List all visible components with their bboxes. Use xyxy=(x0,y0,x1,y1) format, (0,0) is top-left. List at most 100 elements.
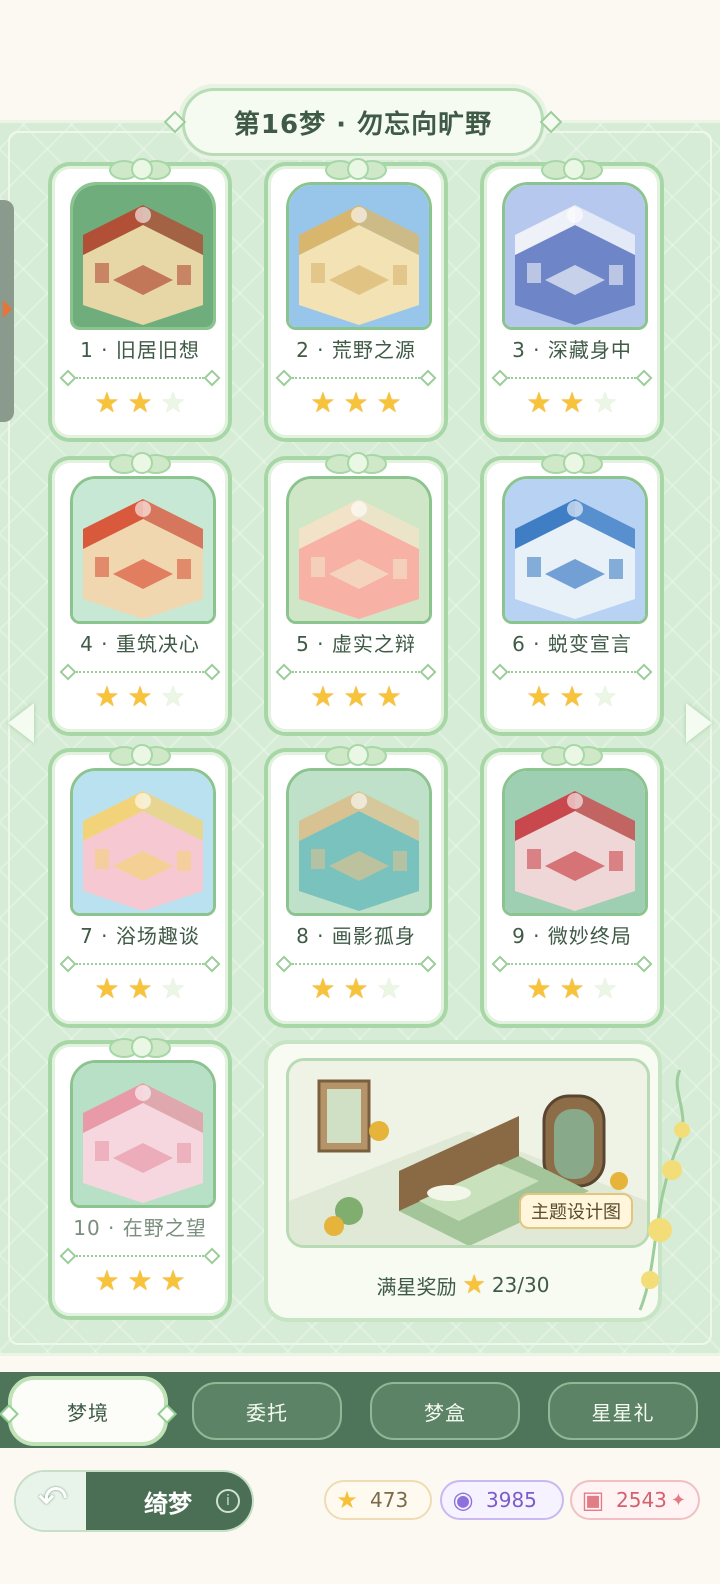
star-icon: ★ xyxy=(160,972,186,1005)
level-title: 2 · 荒野之源 xyxy=(296,338,416,362)
bow-decoration xyxy=(109,1036,171,1058)
reward-progress: 满星奖励 ★ 23/30 xyxy=(268,1270,658,1300)
reward-count: 23/30 xyxy=(491,1273,550,1297)
star-icon: ★ xyxy=(462,1270,486,1300)
side-drawer-handle[interactable] xyxy=(0,200,14,422)
level-title: 7 · 浴场趣谈 xyxy=(80,924,200,948)
design-badge: 主题设计图 xyxy=(519,1193,633,1229)
star-icon: ★ xyxy=(343,386,369,419)
star-icon: ★ xyxy=(526,386,552,419)
chapter-title: 第16梦 · 勿忘向旷野 xyxy=(182,88,544,156)
level-title: 9 · 微妙终局 xyxy=(512,924,632,948)
prev-chapter-button[interactable] xyxy=(2,700,40,746)
bottom-status-bar: ↶ 绮梦 i ★ 473 ◉ 3985 ▣ 2543 ✦ xyxy=(0,1448,720,1584)
tab-dream-box[interactable]: 梦盒 xyxy=(370,1382,520,1440)
level-thumbnail xyxy=(286,182,432,330)
divider xyxy=(275,369,437,387)
level-thumbnail xyxy=(70,768,216,916)
star-icon: ★ xyxy=(94,972,120,1005)
star-currency-value: 473 xyxy=(370,1488,409,1512)
bow-decoration xyxy=(109,744,171,766)
level-card[interactable]: 5 · 虚实之辩 ★ ★ ★ xyxy=(264,452,448,736)
star-icon: ★ xyxy=(592,680,618,713)
level-thumbnail xyxy=(502,768,648,916)
star-rating: ★ ★ ★ xyxy=(268,682,444,712)
level-thumbnail xyxy=(70,476,216,624)
flower-decoration xyxy=(638,1069,690,1311)
arrow-right-icon xyxy=(686,703,712,743)
divider xyxy=(59,369,221,387)
level-card[interactable]: 8 · 画影孤身 ★ ★ ★ xyxy=(264,744,448,1028)
star-icon: ★ xyxy=(559,680,585,713)
level-card[interactable]: 3 · 深藏身中 ★ ★ ★ xyxy=(480,158,664,442)
star-icon: ★ xyxy=(310,972,336,1005)
level-title: 6 · 蜕变宣言 xyxy=(512,632,632,656)
star-icon: ★ xyxy=(559,386,585,419)
level-card[interactable]: 7 · 浴场趣谈 ★ ★ ★ xyxy=(48,744,232,1028)
star-icon: ★ xyxy=(94,680,120,713)
back-button[interactable]: ↶ 绮梦 i xyxy=(16,1472,252,1530)
star-rating: ★ ★ ★ xyxy=(52,974,228,1004)
level-card[interactable]: 2 · 荒野之源 ★ ★ ★ xyxy=(264,158,448,442)
star-icon: ★ xyxy=(127,680,153,713)
level-card[interactable]: 6 · 蜕变宣言 ★ ★ ★ xyxy=(480,452,664,736)
star-rating: ★ ★ ★ xyxy=(484,388,660,418)
star-icon: ★ xyxy=(526,972,552,1005)
level-card[interactable]: 10 · 在野之望 ★ ★ ★ xyxy=(48,1036,232,1320)
level-title: 5 · 虚实之辩 xyxy=(296,632,416,656)
star-icon: ★ xyxy=(376,680,402,713)
bottom-tab-bar: 梦境 委托 梦盒 星星礼 xyxy=(0,1372,720,1448)
level-thumbnail xyxy=(70,182,216,330)
tab-label: 梦境 xyxy=(67,1400,109,1425)
star-icon: ★ xyxy=(343,972,369,1005)
divider xyxy=(491,955,653,973)
star-icon: ★ xyxy=(160,386,186,419)
star-rating: ★ ★ ★ xyxy=(268,974,444,1004)
level-title: 4 · 重筑决心 xyxy=(80,632,200,656)
bow-decoration xyxy=(541,158,603,180)
gift-currency-icon: ▣ xyxy=(581,1486,605,1514)
star-currency-icon: ★ xyxy=(336,1486,358,1514)
star-icon: ★ xyxy=(160,1264,186,1297)
star-rating: ★ ★ ★ xyxy=(484,682,660,712)
divider xyxy=(59,1247,221,1265)
level-thumbnail xyxy=(70,1060,216,1208)
reward-label: 满星奖励 xyxy=(376,1274,457,1299)
full-star-reward-card[interactable]: 主题设计图 满星奖励 ★ 23/30 xyxy=(264,1040,662,1322)
star-icon: ★ xyxy=(94,386,120,419)
tab-dream[interactable]: 梦境 xyxy=(8,1376,168,1446)
back-label: 绮梦 xyxy=(144,1490,192,1518)
info-icon[interactable]: i xyxy=(216,1489,240,1513)
gift-currency-value: 2543 xyxy=(616,1488,667,1512)
level-title: 1 · 旧居旧想 xyxy=(80,338,200,362)
star-icon: ★ xyxy=(94,1264,120,1297)
tab-commission[interactable]: 委托 xyxy=(192,1382,342,1440)
level-card[interactable]: 9 · 微妙终局 ★ ★ ★ xyxy=(480,744,664,1028)
add-icon: ✦ xyxy=(670,1489,686,1511)
theme-design-image: 主题设计图 xyxy=(286,1058,650,1248)
arrow-left-icon xyxy=(8,703,34,743)
divider xyxy=(491,663,653,681)
tab-label: 委托 xyxy=(246,1400,288,1425)
star-icon: ★ xyxy=(310,386,336,419)
next-chapter-button[interactable] xyxy=(680,700,718,746)
level-title: 3 · 深藏身中 xyxy=(512,338,632,362)
level-card[interactable]: 1 · 旧居旧想 ★ ★ ★ xyxy=(48,158,232,442)
gift-currency[interactable]: ▣ 2543 ✦ xyxy=(570,1480,700,1520)
bow-decoration xyxy=(541,744,603,766)
level-thumbnail xyxy=(286,476,432,624)
tab-star-gift[interactable]: 星星礼 xyxy=(548,1382,698,1440)
divider xyxy=(59,663,221,681)
divider xyxy=(491,369,653,387)
star-icon: ★ xyxy=(127,972,153,1005)
bow-decoration xyxy=(541,452,603,474)
level-card[interactable]: 4 · 重筑决心 ★ ★ ★ xyxy=(48,452,232,736)
bow-decoration xyxy=(109,158,171,180)
star-icon: ★ xyxy=(376,972,402,1005)
star-icon: ★ xyxy=(376,386,402,419)
gem-currency-icon: ◉ xyxy=(452,1486,474,1514)
level-title: 10 · 在野之望 xyxy=(73,1216,207,1240)
star-icon: ★ xyxy=(592,386,618,419)
star-rating: ★ ★ ★ xyxy=(52,1266,228,1296)
star-currency: ★ 473 xyxy=(324,1480,432,1520)
